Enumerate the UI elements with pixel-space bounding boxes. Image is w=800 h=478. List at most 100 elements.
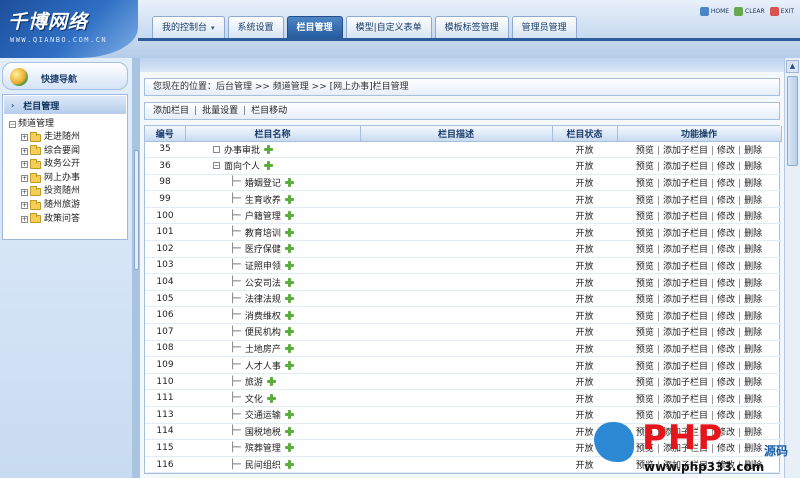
toolbar-action[interactable]: 批量设置 [202, 103, 238, 119]
vertical-scrollbar[interactable]: ▲ [784, 58, 800, 478]
tab-1[interactable]: 系统设置 [227, 16, 284, 38]
row-name-label[interactable]: 公安司法 [245, 276, 281, 289]
add-child-icon[interactable] [284, 227, 294, 237]
collapse-icon[interactable]: − [9, 121, 16, 128]
add-child-icon[interactable] [284, 260, 294, 270]
preview-link[interactable]: 预览 [636, 328, 654, 338]
delete-link[interactable]: 删除 [744, 395, 762, 405]
add-child-icon[interactable] [284, 277, 294, 287]
delete-link[interactable]: 删除 [744, 345, 762, 355]
delete-link[interactable]: 删除 [744, 312, 762, 322]
row-name-label[interactable]: 旅游 [245, 375, 263, 388]
edit-link[interactable]: 修改 [717, 345, 735, 355]
edit-link[interactable]: 修改 [717, 312, 735, 322]
collapse-icon[interactable]: − [213, 162, 220, 170]
row-name-label[interactable]: 殡葬管理 [245, 441, 281, 454]
delete-link[interactable]: 删除 [744, 245, 762, 255]
delete-link[interactable]: 删除 [744, 162, 762, 172]
add-child-icon[interactable] [284, 177, 294, 187]
row-name-label[interactable]: 民间组织 [245, 458, 281, 471]
edit-link[interactable]: 修改 [717, 212, 735, 222]
preview-link[interactable]: 预览 [636, 229, 654, 239]
home-button[interactable]: HOME [699, 7, 729, 16]
toolbar-action[interactable]: 栏目移动 [251, 103, 287, 119]
delete-link[interactable]: 删除 [744, 279, 762, 289]
preview-link[interactable]: 预览 [636, 212, 654, 222]
row-name-label[interactable]: 户籍管理 [245, 209, 281, 222]
edit-link[interactable]: 修改 [717, 179, 735, 189]
edit-link[interactable]: 修改 [717, 328, 735, 338]
row-name-label[interactable]: 生育收养 [245, 193, 281, 206]
delete-link[interactable]: 删除 [744, 212, 762, 222]
tree-item[interactable]: + 走进随州 [9, 131, 127, 145]
row-name-label[interactable]: 婚姻登记 [245, 176, 281, 189]
add-child-link[interactable]: 添加子栏目 [663, 245, 708, 255]
tab-3[interactable]: 模型|自定义表单 [345, 16, 432, 38]
row-name-label[interactable]: 教育培训 [245, 226, 281, 239]
edit-link[interactable]: 修改 [717, 378, 735, 388]
preview-link[interactable]: 预览 [636, 179, 654, 189]
splitter-handle[interactable] [134, 150, 139, 270]
delete-link[interactable]: 删除 [744, 262, 762, 272]
preview-link[interactable]: 预览 [636, 345, 654, 355]
expand-icon[interactable] [213, 145, 220, 153]
row-name-label[interactable]: 人才人事 [245, 359, 281, 372]
preview-link[interactable]: 预览 [636, 262, 654, 272]
add-child-icon[interactable] [284, 310, 294, 320]
add-child-link[interactable]: 添加子栏目 [663, 362, 708, 372]
delete-link[interactable]: 删除 [744, 196, 762, 206]
tree-item[interactable]: + 政策问答 [9, 213, 127, 227]
scroll-up-icon[interactable]: ▲ [786, 60, 799, 73]
add-child-icon[interactable] [284, 244, 294, 254]
tab-0[interactable]: 我的控制台 ▾ [152, 16, 225, 38]
delete-link[interactable]: 删除 [744, 229, 762, 239]
tree-item[interactable]: + 随州旅游 [9, 199, 127, 213]
preview-link[interactable]: 预览 [636, 196, 654, 206]
toolbar-action[interactable]: 添加栏目 [153, 103, 189, 119]
preview-link[interactable]: 预览 [636, 378, 654, 388]
expand-icon[interactable]: + [21, 188, 28, 196]
add-child-link[interactable]: 添加子栏目 [663, 196, 708, 206]
edit-link[interactable]: 修改 [717, 196, 735, 206]
add-child-icon[interactable] [266, 393, 276, 403]
edit-link[interactable]: 修改 [717, 279, 735, 289]
expand-icon[interactable]: + [21, 175, 28, 183]
add-child-icon[interactable] [284, 426, 294, 436]
edit-link[interactable]: 修改 [717, 146, 735, 156]
exit-button[interactable]: EXIT [769, 7, 794, 16]
row-name-label[interactable]: 医疗保健 [245, 242, 281, 255]
expand-icon[interactable]: + [21, 134, 28, 142]
tab-4[interactable]: 模板标签管理 [434, 16, 509, 38]
add-child-link[interactable]: 添加子栏目 [663, 262, 708, 272]
preview-link[interactable]: 预览 [636, 162, 654, 172]
add-child-link[interactable]: 添加子栏目 [663, 395, 708, 405]
preview-link[interactable]: 预览 [636, 295, 654, 305]
row-name-label[interactable]: 国税地税 [245, 425, 281, 438]
add-child-link[interactable]: 添加子栏目 [663, 162, 708, 172]
add-child-link[interactable]: 添加子栏目 [663, 279, 708, 289]
edit-link[interactable]: 修改 [717, 395, 735, 405]
add-child-icon[interactable] [284, 443, 294, 453]
add-child-icon[interactable] [284, 360, 294, 370]
tree-item[interactable]: + 综合要闻 [9, 145, 127, 159]
row-name-label[interactable]: 证照申领 [245, 259, 281, 272]
delete-link[interactable]: 删除 [744, 362, 762, 372]
tree-root[interactable]: − 频道管理 [9, 118, 127, 131]
delete-link[interactable]: 删除 [744, 179, 762, 189]
add-child-link[interactable]: 添加子栏目 [663, 146, 708, 156]
tree-item[interactable]: + 投资随州 [9, 185, 127, 199]
add-child-icon[interactable] [284, 211, 294, 221]
add-child-icon[interactable] [284, 294, 294, 304]
preview-link[interactable]: 预览 [636, 362, 654, 372]
add-child-link[interactable]: 添加子栏目 [663, 345, 708, 355]
add-child-link[interactable]: 添加子栏目 [663, 312, 708, 322]
tab-5[interactable]: 管理员管理 [511, 16, 577, 38]
edit-link[interactable]: 修改 [717, 229, 735, 239]
row-name-label[interactable]: 文化 [245, 392, 263, 405]
add-child-link[interactable]: 添加子栏目 [663, 212, 708, 222]
add-child-icon[interactable] [284, 410, 294, 420]
edit-link[interactable]: 修改 [717, 245, 735, 255]
delete-link[interactable]: 删除 [744, 328, 762, 338]
add-child-icon[interactable] [284, 343, 294, 353]
add-child-link[interactable]: 添加子栏目 [663, 295, 708, 305]
